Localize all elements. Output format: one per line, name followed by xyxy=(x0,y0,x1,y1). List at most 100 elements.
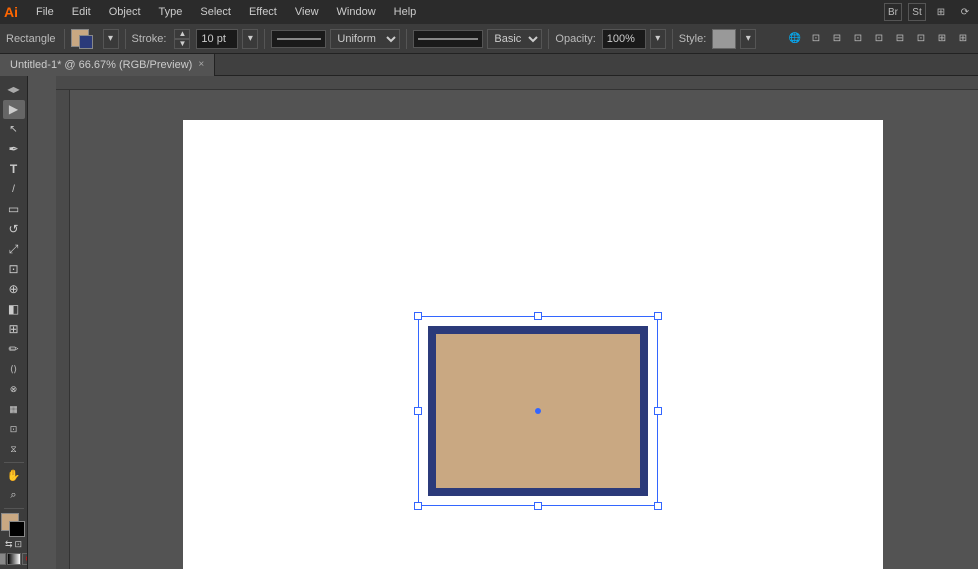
shape-builder-tool-btn[interactable]: ⊕ xyxy=(3,280,25,299)
menu-object[interactable]: Object xyxy=(101,4,149,20)
document-tab[interactable]: Untitled-1* @ 66.67% (RGB/Preview) × xyxy=(0,54,215,76)
distribute-v-icon[interactable]: ⊞ xyxy=(954,30,972,48)
horizontal-ruler xyxy=(56,76,978,90)
tool-separator-2 xyxy=(4,508,24,509)
divider-2 xyxy=(125,29,126,49)
stroke-value-input[interactable] xyxy=(196,29,238,49)
vertical-ruler xyxy=(56,90,70,569)
globe-icon[interactable]: 🌐 xyxy=(786,30,804,48)
divider-1 xyxy=(64,29,65,49)
warp-tool-btn[interactable]: ⤢ xyxy=(3,240,25,259)
rotate-tool-btn[interactable]: ↺ xyxy=(3,220,25,239)
tab-bar: Untitled-1* @ 66.67% (RGB/Preview) × xyxy=(0,54,978,76)
handle-top-mid[interactable] xyxy=(534,312,542,320)
pen-tool-btn[interactable]: ✒ xyxy=(3,140,25,159)
menu-file[interactable]: File xyxy=(28,4,62,20)
zoom-tool-btn[interactable]: ⌕ xyxy=(3,486,25,505)
divider-4 xyxy=(406,29,407,49)
align-center-v-icon[interactable]: ⊟ xyxy=(891,30,909,48)
slice-tool-btn[interactable]: ⧖ xyxy=(3,440,25,459)
stroke-up-btn[interactable]: ▲ xyxy=(174,29,190,39)
profile-dropdown[interactable]: Basic xyxy=(487,29,542,49)
default-colors-btn[interactable]: ⊡ xyxy=(15,539,23,550)
divider-3 xyxy=(264,29,265,49)
line-tool-btn[interactable]: / xyxy=(3,180,25,199)
color-mode-btns: ⇆ ⊡ xyxy=(5,539,22,550)
stroke-unit-dropdown[interactable]: ▾ xyxy=(242,29,258,49)
menu-window[interactable]: Window xyxy=(329,4,384,20)
handle-mid-right[interactable] xyxy=(654,407,662,415)
bridge-icon[interactable]: Br xyxy=(884,3,902,21)
symbol-spray-tool-btn[interactable]: ⊗ xyxy=(3,380,25,399)
handle-top-right[interactable] xyxy=(654,312,662,320)
solid-color-btn[interactable] xyxy=(0,553,6,565)
menu-effect[interactable]: Effect xyxy=(241,4,285,20)
divider-6 xyxy=(672,29,673,49)
main-layout: ◀▶ ▶ ↖ ✒ T / ▭ ↺ ⤢ ⊡ ⊕ ◧ ⊞ ✏ ⟨⟩ ⊗ ▦ ⊡ ⧖ … xyxy=(0,76,978,569)
stroke-bar-line xyxy=(277,38,321,40)
style-dropdown-btn[interactable]: ▾ xyxy=(740,29,756,49)
stroke-swatch-small[interactable] xyxy=(79,35,93,49)
toolbar: Rectangle ▾ Stroke: ▲ ▼ ▾ Uniform Width … xyxy=(0,24,978,54)
gradient-tool-btn[interactable]: ◧ xyxy=(3,300,25,319)
stroke-uniform-dropdown[interactable]: Uniform Width Profile 1 Width Profile 2 xyxy=(330,29,400,49)
align-left-icon[interactable]: ⊡ xyxy=(807,30,825,48)
menu-select[interactable]: Select xyxy=(192,4,239,20)
graph-tool-btn[interactable]: ▦ xyxy=(3,400,25,419)
align-center-h-icon[interactable]: ⊟ xyxy=(828,30,846,48)
selection-tool-btn[interactable]: ▶ xyxy=(3,100,25,119)
center-point xyxy=(535,408,541,414)
tool-separator xyxy=(4,462,24,463)
gradient-color-btn[interactable] xyxy=(7,553,21,565)
blend-tool-btn[interactable]: ⟨⟩ xyxy=(3,360,25,379)
stroke-color-box[interactable] xyxy=(9,521,25,537)
stroke-line-preview xyxy=(271,30,326,48)
document-tab-title: Untitled-1* @ 66.67% (RGB/Preview) xyxy=(10,59,192,71)
handle-top-left[interactable] xyxy=(414,312,422,320)
stroke-down-btn[interactable]: ▼ xyxy=(174,39,190,49)
artboard-tool-btn[interactable]: ⊡ xyxy=(3,420,25,439)
hand-tool-btn[interactable]: ✋ xyxy=(3,466,25,485)
align-top-icon[interactable]: ⊡ xyxy=(870,30,888,48)
canvas-area xyxy=(28,76,978,569)
shape-label: Rectangle xyxy=(6,33,56,45)
free-transform-tool-btn[interactable]: ⊡ xyxy=(3,260,25,279)
stock-icon[interactable]: St xyxy=(908,3,926,21)
rectangle-tool-btn[interactable]: ▭ xyxy=(3,200,25,219)
opacity-dropdown-btn[interactable]: ▾ xyxy=(650,29,666,49)
align-right-icon[interactable]: ⊡ xyxy=(849,30,867,48)
menu-type[interactable]: Type xyxy=(151,4,191,20)
style-swatch[interactable] xyxy=(712,29,736,49)
distribute-h-icon[interactable]: ⊞ xyxy=(933,30,951,48)
profile-line xyxy=(418,38,478,40)
align-bottom-icon[interactable]: ⊡ xyxy=(912,30,930,48)
handle-bottom-left[interactable] xyxy=(414,502,422,510)
menu-edit[interactable]: Edit xyxy=(64,4,99,20)
divider-5 xyxy=(548,29,549,49)
swap-colors-btn[interactable]: ⇆ xyxy=(5,539,13,550)
opacity-label: Opacity: xyxy=(555,33,595,45)
eyedropper-tool-btn[interactable]: ✏ xyxy=(3,340,25,359)
toolbar-right-icons: 🌐 ⊡ ⊟ ⊡ ⊡ ⊟ ⊡ ⊞ ⊞ xyxy=(786,30,972,48)
menu-help[interactable]: Help xyxy=(386,4,425,20)
toolbar-expand-btn[interactable]: ◀▶ xyxy=(3,80,25,99)
app-logo: Ai xyxy=(4,4,18,20)
opacity-input[interactable] xyxy=(602,29,646,49)
handle-bottom-mid[interactable] xyxy=(534,502,542,510)
text-tool-btn[interactable]: T xyxy=(3,160,25,179)
sync-icon[interactable]: ⟳ xyxy=(956,3,974,21)
profile-line-preview xyxy=(413,30,483,48)
menu-view[interactable]: View xyxy=(287,4,327,20)
fill-swatch-group xyxy=(71,27,99,51)
color-type-btns: ⊘ xyxy=(0,553,28,565)
fill-options-btn[interactable]: ▾ xyxy=(103,29,119,49)
handle-bottom-right[interactable] xyxy=(654,502,662,510)
direct-select-tool-btn[interactable]: ↖ xyxy=(3,120,25,139)
selected-object-wrapper[interactable] xyxy=(418,316,658,506)
mesh-tool-btn[interactable]: ⊞ xyxy=(3,320,25,339)
document-tab-close[interactable]: × xyxy=(198,59,204,70)
handle-mid-left[interactable] xyxy=(414,407,422,415)
workspace-icon[interactable]: ⊞ xyxy=(932,3,950,21)
left-toolbar: ◀▶ ▶ ↖ ✒ T / ▭ ↺ ⤢ ⊡ ⊕ ◧ ⊞ ✏ ⟨⟩ ⊗ ▦ ⊡ ⧖ … xyxy=(0,76,28,569)
color-swatch-area xyxy=(1,513,27,535)
